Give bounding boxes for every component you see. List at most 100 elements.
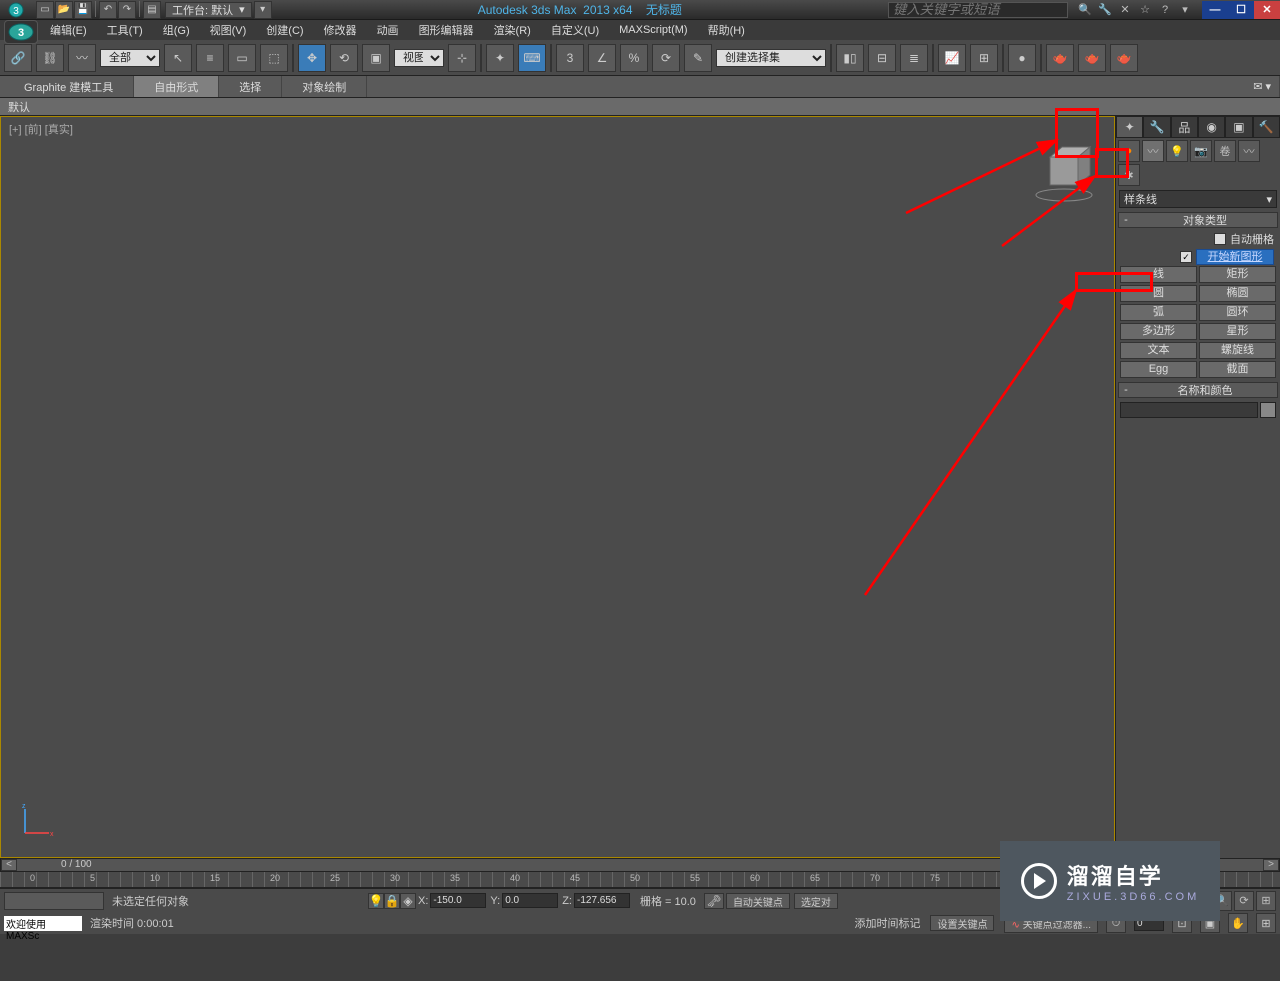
pivot-center-icon[interactable]: ⊹ (448, 44, 476, 72)
add-time-tag[interactable]: 添加时间标记 (854, 915, 920, 931)
y-coord-input[interactable] (502, 893, 558, 908)
orbit-icon[interactable]: ⟳ (1234, 891, 1254, 911)
circle-button[interactable]: 圆 (1120, 285, 1197, 302)
minimize-button[interactable]: — (1202, 1, 1228, 19)
render-frame-icon[interactable]: 🫖 (1078, 44, 1106, 72)
ribbon-tab-objectpaint[interactable]: 对象绘制 (282, 76, 367, 97)
unlink-icon[interactable]: ⛓ (36, 44, 64, 72)
rotate-icon[interactable]: ⟲ (330, 44, 358, 72)
workspace-selector[interactable]: 工作台: 默认▾ (165, 2, 252, 18)
motion-tab-icon[interactable]: ◉ (1198, 116, 1225, 138)
menu-edit[interactable]: 编辑(E) (40, 20, 97, 40)
create-tab-icon[interactable]: ✦ (1116, 116, 1143, 138)
max-toggle-icon[interactable]: ⊞ (1256, 913, 1276, 933)
menu-tools[interactable]: 工具(T) (97, 20, 153, 40)
helix-button[interactable]: 螺旋线 (1199, 342, 1276, 359)
arc-button[interactable]: 弧 (1120, 304, 1197, 321)
redo-icon[interactable]: ↷ (118, 1, 136, 19)
angle-snap-icon[interactable]: ∠ (588, 44, 616, 72)
help-search-input[interactable] (888, 2, 1068, 18)
selection-filter-dropdown[interactable]: 全部 (100, 49, 160, 67)
x-coord-input[interactable] (430, 893, 486, 908)
time-prev-icon[interactable]: < (1, 859, 17, 871)
save-icon[interactable]: 💾 (74, 1, 92, 19)
ribbon-options-icon[interactable]: ✉ ▾ (1245, 76, 1280, 97)
maximize-button[interactable]: ☐ (1228, 1, 1254, 19)
donut-button[interactable]: 圆环 (1199, 304, 1276, 321)
object-color-swatch[interactable] (1260, 402, 1276, 418)
spacewarps-icon[interactable]: 〰 (1238, 140, 1260, 162)
section-button[interactable]: 截面 (1199, 361, 1276, 378)
menu-create[interactable]: 创建(C) (256, 20, 313, 40)
systems-icon[interactable]: ✱ (1118, 164, 1140, 186)
key-mode-icon[interactable]: 🗝 (704, 893, 724, 909)
ribbon-tab-selection[interactable]: 选择 (219, 76, 282, 97)
viewport-label[interactable]: [+] [前] [真实] (9, 121, 73, 137)
snap-toggle-icon[interactable]: 3 (556, 44, 584, 72)
search-icon[interactable]: 🔍 (1076, 2, 1094, 18)
modify-tab-icon[interactable]: 🔧 (1143, 116, 1170, 138)
layer-manager-icon[interactable]: ≣ (900, 44, 928, 72)
rollout-name-color[interactable]: -名称和颜色 (1118, 382, 1278, 398)
line-button[interactable]: 线 (1120, 266, 1197, 283)
wrench-icon[interactable]: 🔧 (1096, 2, 1114, 18)
help-dropdown-icon[interactable]: ▾ (1176, 2, 1194, 18)
selection-lock-icon[interactable]: 💡 (368, 893, 384, 909)
move-icon[interactable]: ✥ (298, 44, 326, 72)
track-bar-icon[interactable] (4, 892, 104, 910)
lights-icon[interactable]: 💡 (1166, 140, 1188, 162)
viewcube[interactable] (1022, 129, 1102, 209)
render-prod-icon[interactable]: 🫖 (1110, 44, 1138, 72)
project-icon[interactable]: ▤ (143, 1, 161, 19)
menu-animation[interactable]: 动画 (367, 20, 409, 40)
app-menu-icon[interactable]: 3 (2, 1, 30, 19)
application-button[interactable]: 3 (4, 20, 38, 44)
category-dropdown[interactable]: 样条线▾ (1119, 190, 1277, 208)
hierarchy-tab-icon[interactable]: 品 (1171, 116, 1198, 138)
edit-named-sel-icon[interactable]: ✎ (684, 44, 712, 72)
ngon-button[interactable]: 多边形 (1120, 323, 1197, 340)
favorite-icon[interactable]: ☆ (1136, 2, 1154, 18)
scale-icon[interactable]: ▣ (362, 44, 390, 72)
start-new-shape-checkbox[interactable]: ✓ (1180, 251, 1192, 263)
time-next-icon[interactable]: > (1263, 859, 1279, 871)
lock-icon[interactable]: 🔒 (384, 893, 400, 909)
geometry-icon[interactable]: ● (1118, 140, 1140, 162)
menu-customize[interactable]: 自定义(U) (541, 20, 609, 40)
setkey-button[interactable]: 设置关键点 (930, 915, 994, 931)
autogrid-checkbox[interactable] (1214, 233, 1226, 245)
curve-editor-icon[interactable]: 📈 (938, 44, 966, 72)
exchange-icon[interactable]: ✕ (1116, 2, 1134, 18)
render-setup-icon[interactable]: 🫖 (1046, 44, 1074, 72)
menu-maxscript[interactable]: MAXScript(M) (609, 22, 697, 38)
bind-spacewarp-icon[interactable]: 〰 (68, 44, 96, 72)
spinner-snap-icon[interactable]: ⟳ (652, 44, 680, 72)
maxscript-mini-listener[interactable]: 欢迎使用 MAXSc (4, 916, 82, 931)
object-name-input[interactable] (1120, 402, 1258, 418)
cameras-icon[interactable]: 📷 (1190, 140, 1212, 162)
star-button[interactable]: 星形 (1199, 323, 1276, 340)
z-coord-input[interactable] (574, 893, 630, 908)
menu-group[interactable]: 组(G) (153, 20, 200, 40)
ribbon-sub-default[interactable]: 默认 (0, 98, 1280, 116)
select-by-name-icon[interactable]: ≡ (196, 44, 224, 72)
egg-button[interactable]: Egg (1120, 361, 1197, 378)
shapes-icon[interactable]: 〰 (1142, 140, 1164, 162)
select-object-icon[interactable]: ↖ (164, 44, 192, 72)
manipulate-icon[interactable]: ✦ (486, 44, 514, 72)
ref-coord-dropdown[interactable]: 视图 (394, 49, 444, 67)
ribbon-tab-graphite[interactable]: Graphite 建模工具 (4, 76, 134, 97)
isolate-icon[interactable]: ◈ (400, 893, 416, 909)
rectangle-button[interactable]: 矩形 (1199, 266, 1276, 283)
workspace-options-icon[interactable]: ▾ (254, 1, 272, 19)
max-viewport-icon[interactable]: ⊞ (1256, 891, 1276, 911)
open-icon[interactable]: 📂 (55, 1, 73, 19)
new-icon[interactable]: ▭ (36, 1, 54, 19)
mirror-icon[interactable]: ▮▯ (836, 44, 864, 72)
percent-snap-icon[interactable]: % (620, 44, 648, 72)
menu-view[interactable]: 视图(V) (200, 20, 257, 40)
ribbon-tab-freeform[interactable]: 自由形式 (134, 76, 219, 97)
help-icon[interactable]: ? (1156, 2, 1174, 18)
align-icon[interactable]: ⊟ (868, 44, 896, 72)
keyboard-shortcut-icon[interactable]: ⌨ (518, 44, 546, 72)
